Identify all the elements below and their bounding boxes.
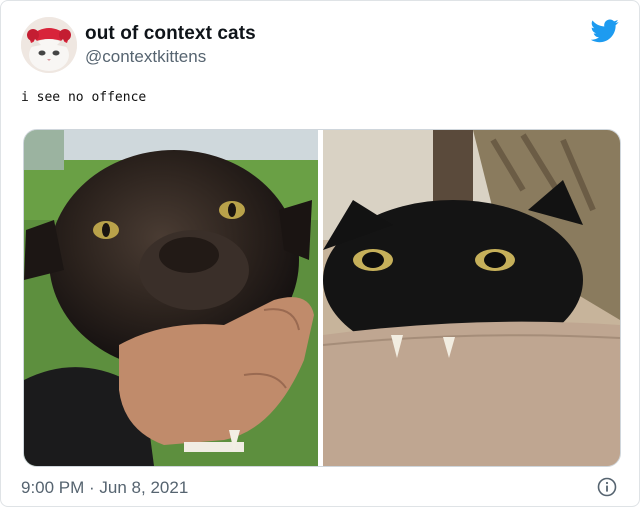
panther-biting-hand-photo[interactable] <box>24 130 318 466</box>
author-display-name[interactable]: out of context cats <box>85 23 256 45</box>
tweet-timestamp[interactable]: 9:00 PM · Jun 8, 2021 <box>21 478 188 498</box>
tweet-media <box>23 129 621 467</box>
black-cat-biting-arm-photo[interactable] <box>323 130 620 466</box>
avatar[interactable] <box>21 17 77 73</box>
tweet-card: out of context cats @contextkittens i se… <box>0 0 640 507</box>
twitter-bird-icon[interactable] <box>590 19 619 43</box>
author-handle[interactable]: @contextkittens <box>85 47 206 67</box>
cat-avatar-icon <box>21 17 77 73</box>
info-icon[interactable] <box>597 477 617 497</box>
tweet-text: i see no offence <box>21 90 147 105</box>
